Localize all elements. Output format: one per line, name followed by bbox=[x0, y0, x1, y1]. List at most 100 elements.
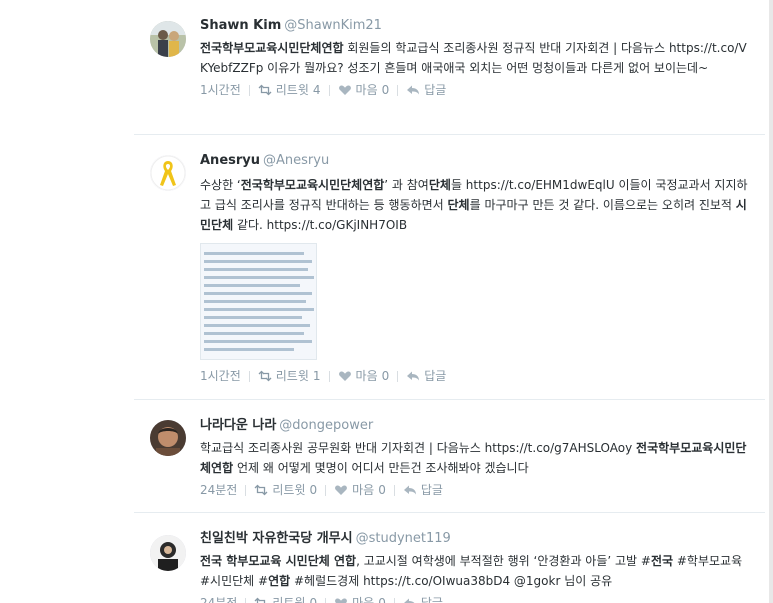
retweet-button[interactable]: 리트윗 0 bbox=[254, 482, 317, 498]
timestamp[interactable]: 1시간전 bbox=[200, 82, 241, 98]
action-divider bbox=[393, 484, 395, 496]
reply-button[interactable]: 답글 bbox=[406, 82, 446, 98]
like-label: 마음 bbox=[352, 483, 375, 497]
fullname[interactable]: Anesryu bbox=[200, 153, 260, 168]
action-divider bbox=[248, 370, 250, 382]
action-divider bbox=[397, 84, 399, 96]
tweet: Anesryu @Anesryu 수상한 ‘전국학부모교육시민단체연합’ 과 참여… bbox=[0, 135, 765, 400]
text-segment: ’ 과 참여 bbox=[384, 178, 429, 192]
retweet-label: 리트윗 bbox=[275, 83, 309, 97]
avatar[interactable] bbox=[150, 155, 186, 191]
retweet-count: 0 bbox=[309, 596, 318, 603]
timestamp[interactable]: 1시간전 bbox=[200, 368, 241, 384]
action-divider bbox=[248, 84, 250, 96]
action-divider bbox=[328, 370, 330, 382]
tweet-text: 학교급식 조리종사원 공무원화 반대 기자회견 | 다음뉴스 https://t… bbox=[200, 438, 750, 478]
tweet-image[interactable] bbox=[200, 243, 317, 360]
tweet-header: 친일친박 자유한국당 개무시 @studynet119 bbox=[200, 531, 750, 547]
highlighted-term: 단체 bbox=[428, 178, 451, 192]
scroll-edge bbox=[769, 0, 773, 603]
tweet-body: Shawn Kim @ShawnKim21 전국학부모교육시민단체연합 회원들의 … bbox=[200, 18, 750, 98]
reply-icon bbox=[403, 485, 416, 495]
text-segment: #헤럴드경제 https://t.co/OIwua38bD4 @1gokr 님이… bbox=[290, 574, 613, 588]
highlighted-term: 연합 bbox=[268, 574, 291, 588]
retweet-label: 리트윗 bbox=[272, 596, 306, 603]
action-divider bbox=[393, 597, 395, 603]
tweet-feed: Shawn Kim @ShawnKim21 전국학부모교육시민단체연합 회원들의 … bbox=[0, 0, 773, 603]
heart-icon bbox=[335, 598, 348, 603]
highlighted-term: 단체 bbox=[447, 198, 470, 212]
like-button[interactable]: 마음 0 bbox=[334, 482, 386, 498]
avatar[interactable] bbox=[150, 535, 186, 571]
retweet-icon bbox=[258, 84, 272, 96]
avatar[interactable] bbox=[150, 420, 186, 456]
tweet: 나라다운 나라 @dongepower 학교급식 조리종사원 공무원화 반대 기자… bbox=[0, 400, 765, 513]
tweet-text: 전국 학부모교육 시민단체 연합, 고교시절 여학생에 부적절한 행위 ‘안경환… bbox=[200, 551, 750, 591]
highlighted-term: 전국학부모교육시민단체연합 bbox=[240, 178, 385, 192]
tweet-text: 수상한 ‘전국학부모교육시민단체연합’ 과 참여단체들 https://t.co… bbox=[200, 175, 750, 235]
retweet-button[interactable]: 리트윗 0 bbox=[254, 595, 317, 603]
highlighted-term: 전국학부모교육시민단체연합 bbox=[200, 41, 344, 55]
retweet-button[interactable]: 리트윗 4 bbox=[258, 82, 321, 98]
reply-icon bbox=[407, 371, 420, 381]
reply-icon bbox=[407, 85, 420, 95]
username[interactable]: @dongepower bbox=[279, 418, 373, 433]
username[interactable]: @studynet119 bbox=[356, 531, 451, 546]
like-count: 0 bbox=[381, 369, 390, 383]
retweet-label: 리트윗 bbox=[275, 369, 309, 383]
text-segment: , 고교시절 여학생에 부적절한 행위 ‘안경환과 아들’ 고발 # bbox=[356, 554, 651, 568]
action-divider bbox=[245, 484, 247, 496]
reply-label: 답글 bbox=[424, 83, 447, 97]
username[interactable]: @Anesryu bbox=[263, 153, 329, 168]
text-segment: 수상한 ‘ bbox=[200, 178, 241, 192]
retweet-count: 4 bbox=[312, 83, 321, 97]
highlighted-term: 전국 학부모교육 시민단체 연합 bbox=[200, 554, 357, 568]
reply-button[interactable]: 답글 bbox=[403, 595, 443, 603]
action-divider bbox=[245, 597, 247, 603]
tweet-actions: 24분전 리트윗 0 마음 0 답글 bbox=[200, 595, 750, 603]
action-divider bbox=[325, 484, 327, 496]
retweet-icon bbox=[254, 597, 266, 603]
tweet-body: 친일친박 자유한국당 개무시 @studynet119 전국 학부모교육 시민단체… bbox=[200, 531, 750, 603]
fullname[interactable]: 나라다운 나라 bbox=[200, 418, 276, 433]
text-segment: 같다. https://t.co/GKjINH7OIB bbox=[233, 218, 408, 232]
like-count: 0 bbox=[378, 596, 386, 603]
action-divider bbox=[325, 597, 327, 603]
tweet-actions: 1시간전 리트윗 1 마음 0 답글 bbox=[200, 368, 750, 384]
reply-button[interactable]: 답글 bbox=[406, 368, 446, 384]
timestamp[interactable]: 24분전 bbox=[200, 482, 237, 498]
fullname[interactable]: Shawn Kim bbox=[200, 18, 281, 33]
like-label: 마음 bbox=[355, 369, 378, 383]
action-divider bbox=[397, 370, 399, 382]
like-button[interactable]: 마음 0 bbox=[338, 82, 390, 98]
retweet-icon bbox=[254, 484, 268, 496]
reply-label: 답글 bbox=[420, 596, 443, 603]
tweet-header: 나라다운 나라 @dongepower bbox=[200, 418, 750, 434]
fullname[interactable]: 친일친박 자유한국당 개무시 bbox=[200, 531, 353, 546]
tweet-body: 나라다운 나라 @dongepower 학교급식 조리종사원 공무원화 반대 기자… bbox=[200, 418, 750, 498]
avatar[interactable] bbox=[150, 21, 186, 57]
like-button[interactable]: 마음 0 bbox=[334, 595, 386, 603]
reply-button[interactable]: 답글 bbox=[403, 482, 443, 498]
tweet-actions: 24분전 리트윗 0 마음 0 답글 bbox=[200, 482, 750, 498]
retweet-count: 1 bbox=[312, 369, 321, 383]
tweet-body: Anesryu @Anesryu 수상한 ‘전국학부모교육시민단체연합’ 과 참여… bbox=[200, 153, 750, 384]
timestamp[interactable]: 24분전 bbox=[200, 595, 237, 603]
heart-icon bbox=[338, 371, 351, 381]
highlighted-term: 전국 bbox=[650, 554, 674, 568]
like-label: 마음 bbox=[352, 596, 375, 603]
tweet: 친일친박 자유한국당 개무시 @studynet119 전국 학부모교육 시민단체… bbox=[0, 513, 765, 603]
heart-icon bbox=[338, 85, 351, 95]
reply-label: 답글 bbox=[424, 369, 447, 383]
like-count: 0 bbox=[378, 483, 386, 497]
tweet-text: 전국학부모교육시민단체연합 회원들의 학교급식 조리종사원 정규직 반대 기자회… bbox=[200, 38, 750, 78]
tweet-header: Shawn Kim @ShawnKim21 bbox=[200, 18, 750, 34]
like-button[interactable]: 마음 0 bbox=[338, 368, 390, 384]
retweet-label: 리트윗 bbox=[272, 483, 306, 497]
username[interactable]: @ShawnKim21 bbox=[284, 18, 382, 33]
tweet-actions: 1시간전 리트윗 4 마음 0 답글 bbox=[200, 82, 750, 98]
retweet-icon bbox=[258, 370, 272, 382]
retweet-button[interactable]: 리트윗 1 bbox=[258, 368, 321, 384]
like-count: 0 bbox=[381, 83, 390, 97]
text-segment: 언제 왜 어떻게 몇명이 어디서 만든건 조사해봐야 겠습니다 bbox=[233, 461, 529, 475]
